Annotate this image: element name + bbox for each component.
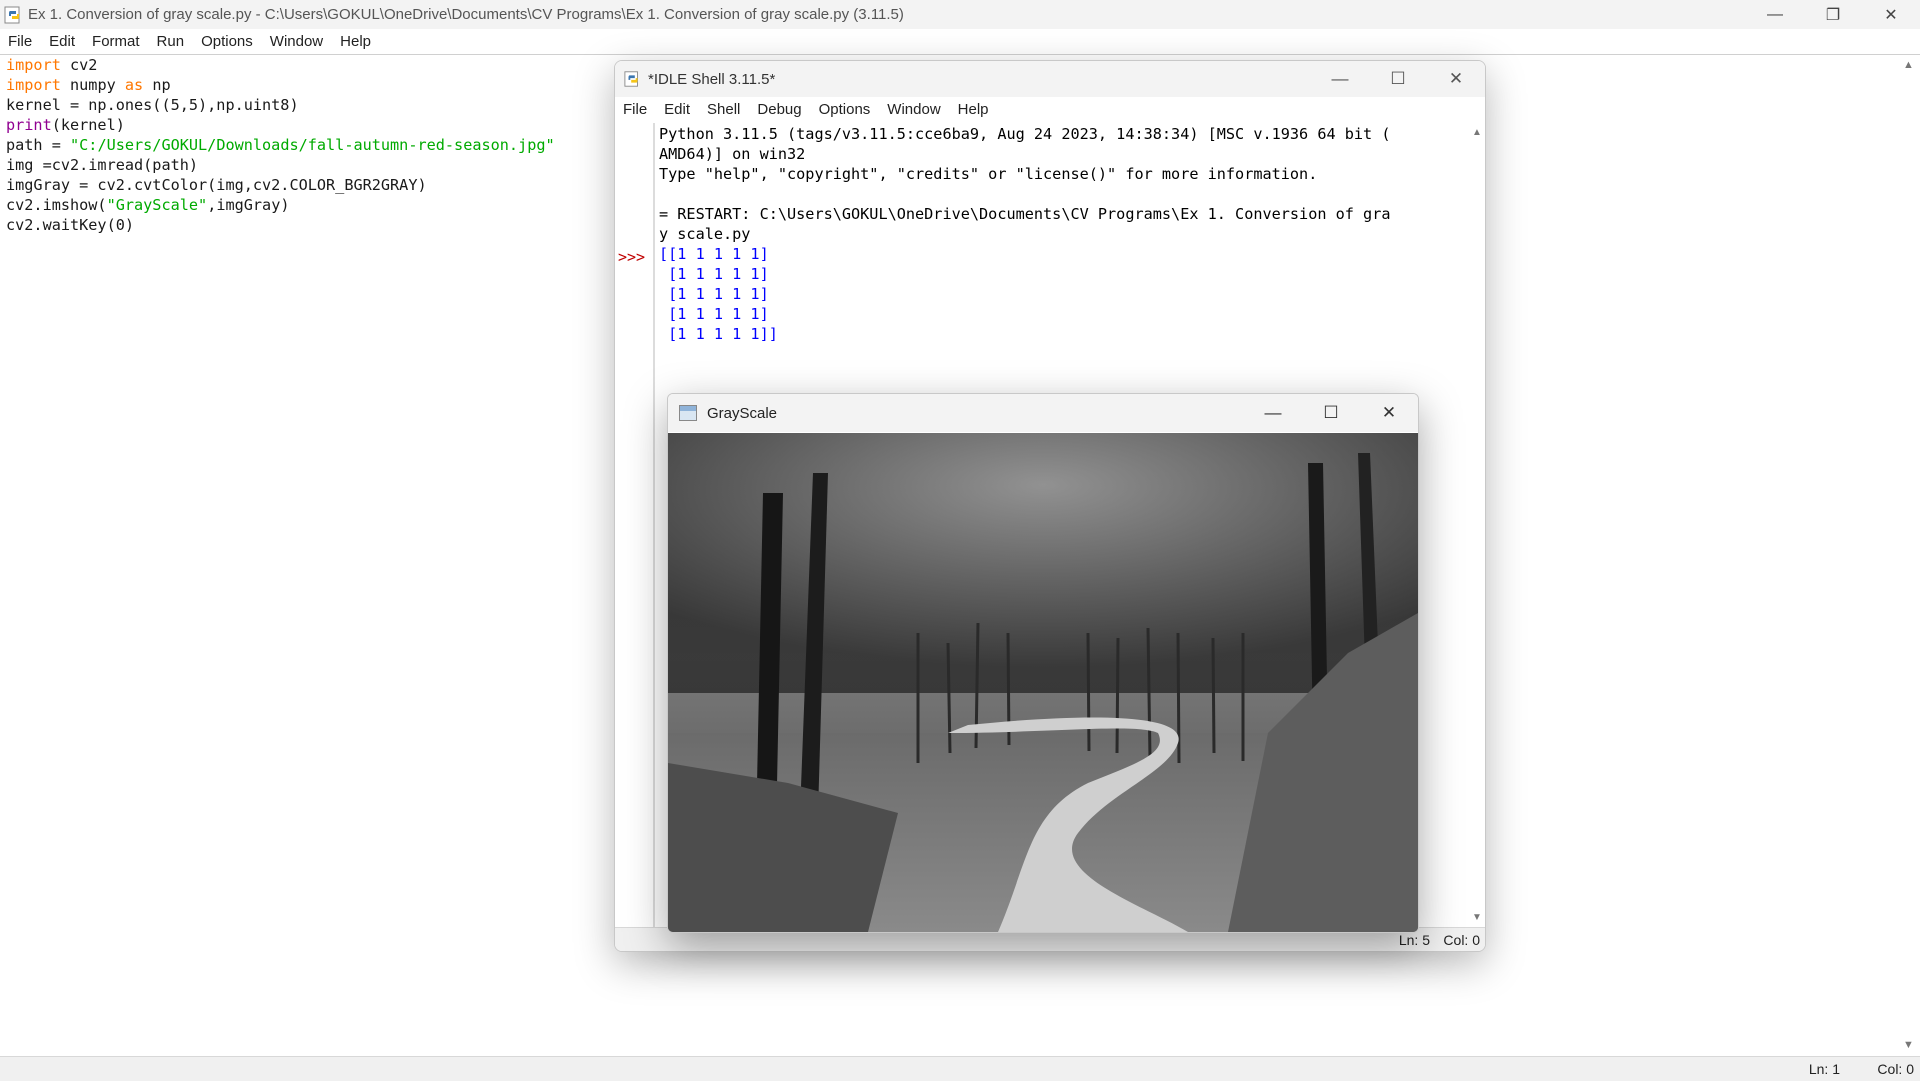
shell-output-line: Python 3.11.5 (tags/v3.11.5:cce6ba9, Aug…: [659, 125, 1391, 143]
code-token: path =: [6, 136, 71, 154]
menu-file[interactable]: File: [0, 33, 41, 50]
code-token: "C:/Users/GOKUL/Downloads/fall-autumn-re…: [70, 136, 555, 154]
shell-menu-bar: File Edit Shell Debug Options Window Help: [615, 97, 1485, 122]
shell-column-indicator: Col: 0: [1443, 932, 1480, 948]
window-app-icon: [679, 405, 697, 421]
python-idle-icon: [4, 6, 20, 23]
shell-window-title: *IDLE Shell 3.11.5*: [648, 70, 776, 88]
editor-title-bar[interactable]: Ex 1. Conversion of gray scale.py - C:\U…: [0, 0, 1920, 29]
shell-menu-window[interactable]: Window: [879, 101, 949, 118]
shell-output[interactable]: Python 3.11.5 (tags/v3.11.5:cce6ba9, Aug…: [659, 124, 1467, 344]
minimize-button[interactable]: —: [1746, 0, 1804, 29]
code-token: imgGray = cv2.cvtColor(img,cv2.COLOR_BGR…: [6, 176, 427, 194]
code-token: kernel = np.ones((5,5),np.uint8): [6, 96, 299, 114]
shell-line-indicator: Ln: 5: [1398, 932, 1430, 948]
shell-output-line: [1 1 1 1 1]: [659, 305, 769, 323]
close-icon: ✕: [1381, 403, 1397, 422]
close-icon: ✕: [1448, 69, 1464, 88]
grayscale-window[interactable]: GrayScale — ☐ ✕: [667, 393, 1419, 933]
code-token: "GrayScale": [106, 196, 208, 214]
code-token: import: [6, 56, 61, 74]
shell-menu-file[interactable]: File: [615, 101, 656, 118]
code-token: np: [143, 76, 171, 94]
shell-output-line: = RESTART: C:\Users\GOKUL\OneDrive\Docum…: [659, 205, 1391, 223]
maximize-icon: ☐: [1323, 403, 1339, 422]
shell-prompt-gutter: >>>: [615, 123, 655, 927]
line-indicator: Ln: 1: [1808, 1061, 1840, 1077]
shell-output-line: [[1 1 1 1 1]: [659, 245, 769, 263]
shell-menu-shell[interactable]: Shell: [699, 101, 749, 118]
shell-menu-help[interactable]: Help: [950, 101, 998, 118]
code-token: cv2.imshow(: [6, 196, 107, 214]
shell-output-line: y scale.py: [659, 225, 751, 243]
grayscale-close-button[interactable]: ✕: [1360, 394, 1418, 432]
grayscale-forest-image: [668, 433, 1418, 932]
editor-menu-bar: File Edit Format Run Options Window Help: [0, 29, 1920, 55]
menu-run[interactable]: Run: [149, 33, 194, 50]
shell-output-line: AMD64)] on win32: [659, 145, 806, 163]
minimize-icon: —: [1767, 5, 1783, 23]
shell-title-bar[interactable]: *IDLE Shell 3.11.5* — ☐ ✕: [615, 61, 1485, 97]
menu-window[interactable]: Window: [262, 33, 332, 50]
code-token: import: [6, 76, 61, 94]
menu-format[interactable]: Format: [84, 33, 149, 50]
scroll-up-icon[interactable]: ▲: [1472, 127, 1482, 138]
minimize-icon: —: [1264, 403, 1282, 422]
code-token: cv2: [60, 56, 98, 74]
shell-output-line: [659, 184, 1467, 204]
code-token: cv2.waitKey(0): [6, 216, 135, 234]
restore-button[interactable]: ❐: [1804, 0, 1862, 29]
code-token: as: [124, 76, 144, 94]
shell-scrollbar[interactable]: ▲ ▼: [1467, 123, 1485, 927]
shell-output-line: Type "help", "copyright", "credits" or "…: [659, 165, 1318, 183]
code-token: numpy: [60, 76, 125, 94]
python-idle-icon: [624, 71, 638, 87]
close-button[interactable]: ✕: [1862, 0, 1920, 29]
column-indicator: Col: 0: [1877, 1061, 1914, 1077]
grayscale-window-title: GrayScale: [707, 404, 778, 422]
shell-menu-debug[interactable]: Debug: [749, 101, 810, 118]
scroll-up-icon[interactable]: ▲: [1903, 59, 1914, 71]
shell-output-line: [1 1 1 1 1]: [659, 285, 769, 303]
restore-icon: ❐: [1825, 6, 1841, 24]
shell-output-line: [1 1 1 1 1]: [659, 265, 769, 283]
grayscale-minimize-button[interactable]: —: [1244, 394, 1302, 432]
shell-minimize-button[interactable]: —: [1311, 61, 1369, 97]
code-token: print: [6, 116, 52, 134]
maximize-icon: ☐: [1390, 69, 1406, 88]
close-icon: ✕: [1884, 6, 1898, 24]
code-token: ,imgGray): [207, 196, 290, 214]
editor-window-title: Ex 1. Conversion of gray scale.py - C:\U…: [28, 6, 904, 23]
shell-close-button[interactable]: ✕: [1427, 61, 1485, 97]
minimize-icon: —: [1331, 69, 1349, 88]
editor-status-bar: Ln: 1 Col: 0: [0, 1056, 1920, 1081]
menu-help[interactable]: Help: [332, 33, 380, 50]
shell-maximize-button[interactable]: ☐: [1369, 61, 1427, 97]
shell-menu-options[interactable]: Options: [811, 101, 880, 118]
menu-options[interactable]: Options: [193, 33, 262, 50]
code-token: img =cv2.imread(path): [6, 156, 199, 174]
editor-scrollbar[interactable]: ▲ ▼: [1896, 55, 1920, 1055]
code-token: (kernel): [51, 116, 125, 134]
menu-edit[interactable]: Edit: [41, 33, 84, 50]
shell-output-line: [1 1 1 1 1]]: [659, 325, 778, 343]
grayscale-title-bar[interactable]: GrayScale — ☐ ✕: [668, 394, 1418, 432]
grayscale-maximize-button[interactable]: ☐: [1302, 394, 1360, 432]
scroll-down-icon[interactable]: ▼: [1903, 1039, 1914, 1051]
scroll-down-icon[interactable]: ▼: [1472, 912, 1482, 923]
shell-prompt: >>>: [618, 248, 646, 266]
shell-menu-edit[interactable]: Edit: [656, 101, 699, 118]
